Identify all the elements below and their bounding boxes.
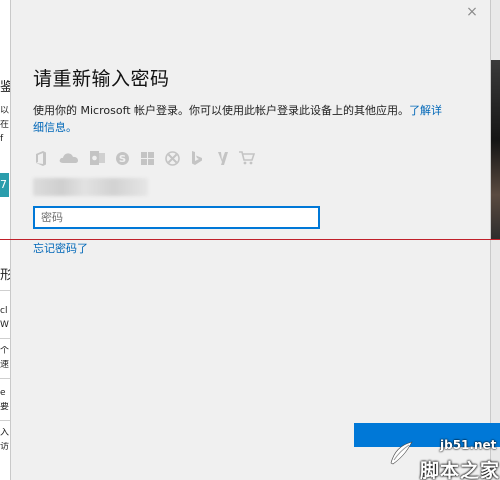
screen: 鉴 以 在 f 形 cl W 个 速 e 要 入 访 7 × 请重新输入密码 使…: [0, 0, 500, 480]
msn-icon: [214, 150, 230, 166]
watermark-text: 脚本之家: [420, 460, 500, 480]
description-text: 使用你的 Microsoft 帐户登录。你可以使用此帐户登录此设备上的其他应用。: [33, 104, 410, 117]
bing-icon: [189, 150, 205, 166]
background-text: 入: [0, 428, 10, 438]
store-icon: [239, 150, 255, 166]
background-text: 鉴: [0, 80, 10, 95]
reenter-password-dialog: × 请重新输入密码 使用你的 Microsoft 帐户登录。你可以使用此帐户登录…: [10, 0, 500, 480]
password-input[interactable]: [33, 206, 320, 229]
background-text: f: [0, 134, 4, 144]
background-text: 访: [0, 442, 10, 452]
onedrive-icon: [58, 150, 80, 166]
divider: [0, 290, 10, 291]
background-text: 要: [0, 402, 10, 412]
close-icon: ×: [466, 4, 478, 20]
svg-text:S: S: [118, 154, 125, 165]
divider: [0, 420, 10, 421]
background-text: 速: [0, 360, 10, 370]
close-button[interactable]: ×: [462, 2, 482, 22]
background-text: 以: [0, 106, 10, 116]
background-photo: [491, 60, 500, 240]
watermark-site: jb51.net: [440, 438, 497, 452]
background-text: 在: [0, 120, 10, 130]
background-text: W: [0, 320, 9, 330]
background-text: 个: [0, 346, 10, 356]
background-text: cl: [0, 306, 8, 316]
background-text: 7: [0, 178, 7, 191]
divider: [0, 378, 10, 379]
dialog-description: 使用你的 Microsoft 帐户登录。你可以使用此帐户登录此设备上的其他应用。…: [33, 102, 453, 136]
outlook-icon: [89, 150, 105, 166]
forgot-password-link[interactable]: 忘记密码了: [33, 240, 88, 256]
background-text: 形: [0, 268, 10, 283]
annotation-line: [0, 239, 500, 240]
dialog-title: 请重新输入密码: [33, 68, 170, 90]
microsoft-product-icons: S: [33, 150, 255, 166]
skype-icon: S: [114, 150, 130, 166]
windows-icon: [139, 150, 155, 166]
watermark-logo-icon: [390, 441, 413, 465]
watermark: jb51.net 脚本之家: [388, 438, 500, 480]
xbox-icon: [164, 150, 180, 166]
background-text: e: [0, 388, 6, 398]
divider: [0, 338, 10, 339]
background-teal-tile: 7: [0, 173, 9, 197]
account-email-blurred: [33, 178, 148, 196]
office-icon: [33, 150, 49, 166]
